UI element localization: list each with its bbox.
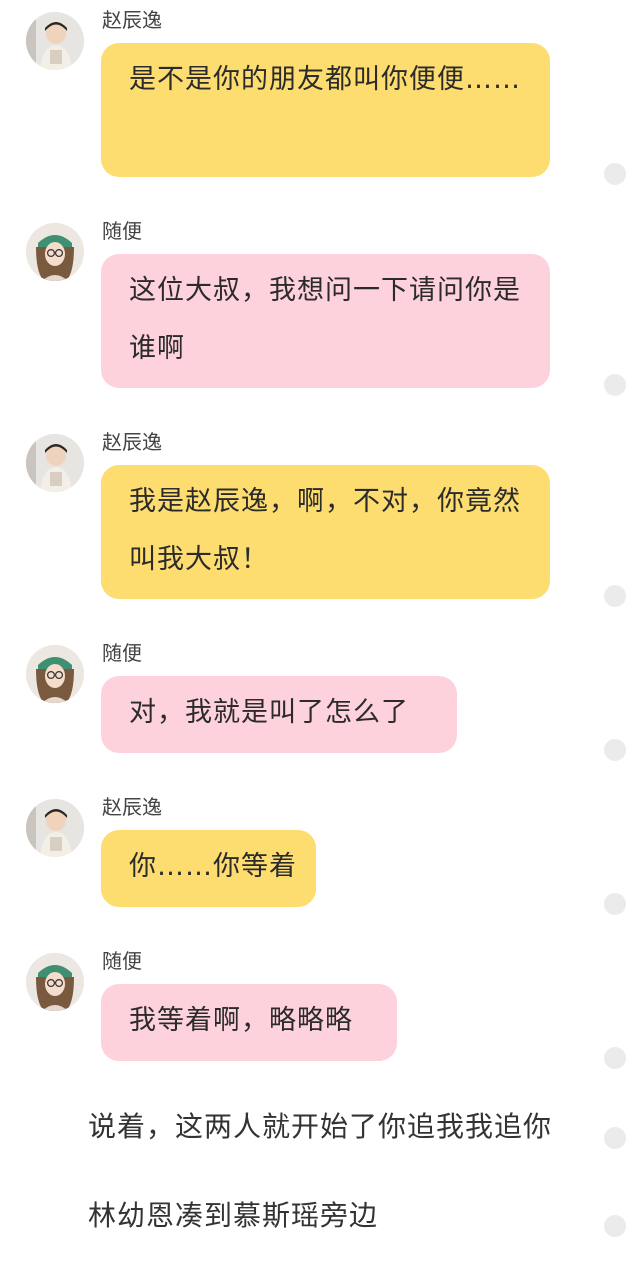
sender-name: 随便	[102, 949, 142, 973]
sender-name: 赵辰逸	[102, 430, 162, 454]
sender-name: 赵辰逸	[102, 795, 162, 819]
message-bubble[interactable]: 我等着啊，略略略	[101, 984, 397, 1061]
message-bubble[interactable]: 你……你等着	[101, 830, 316, 907]
boy-avatar[interactable]	[26, 799, 84, 857]
message-bubble[interactable]: 这位大叔，我想问一下请问你是谁啊	[101, 254, 550, 388]
girl-avatar[interactable]	[26, 953, 84, 1011]
girl-avatar[interactable]	[26, 223, 84, 281]
narration-text[interactable]: 说着，这两人就开始了你追我我追你	[88, 1109, 552, 1145]
comment-dot-icon[interactable]	[604, 739, 626, 761]
comment-dot-icon[interactable]	[604, 163, 626, 185]
message-bubble[interactable]: 对，我就是叫了怎么了	[101, 676, 457, 753]
sender-name: 赵辰逸	[102, 8, 162, 32]
comment-dot-icon[interactable]	[604, 585, 626, 607]
chat-story-page: 赵辰逸 是不是你的朋友都叫你便便…… 随便 这位大叔，我想问一下请问你是谁啊 赵…	[0, 0, 640, 1280]
boy-avatar[interactable]	[26, 12, 84, 70]
message-bubble[interactable]: 是不是你的朋友都叫你便便……	[101, 43, 550, 177]
sender-name: 随便	[102, 641, 142, 665]
girl-avatar[interactable]	[26, 645, 84, 703]
comment-dot-icon[interactable]	[604, 1127, 626, 1149]
comment-dot-icon[interactable]	[604, 1047, 626, 1069]
sender-name: 随便	[102, 219, 142, 243]
comment-dot-icon[interactable]	[604, 893, 626, 915]
comment-dot-icon[interactable]	[604, 1215, 626, 1237]
message-bubble[interactable]: 我是赵辰逸，啊，不对，你竟然叫我大叔！	[101, 465, 550, 599]
comment-dot-icon[interactable]	[604, 374, 626, 396]
boy-avatar[interactable]	[26, 434, 84, 492]
narration-text[interactable]: 林幼恩凑到慕斯瑶旁边	[88, 1198, 378, 1234]
